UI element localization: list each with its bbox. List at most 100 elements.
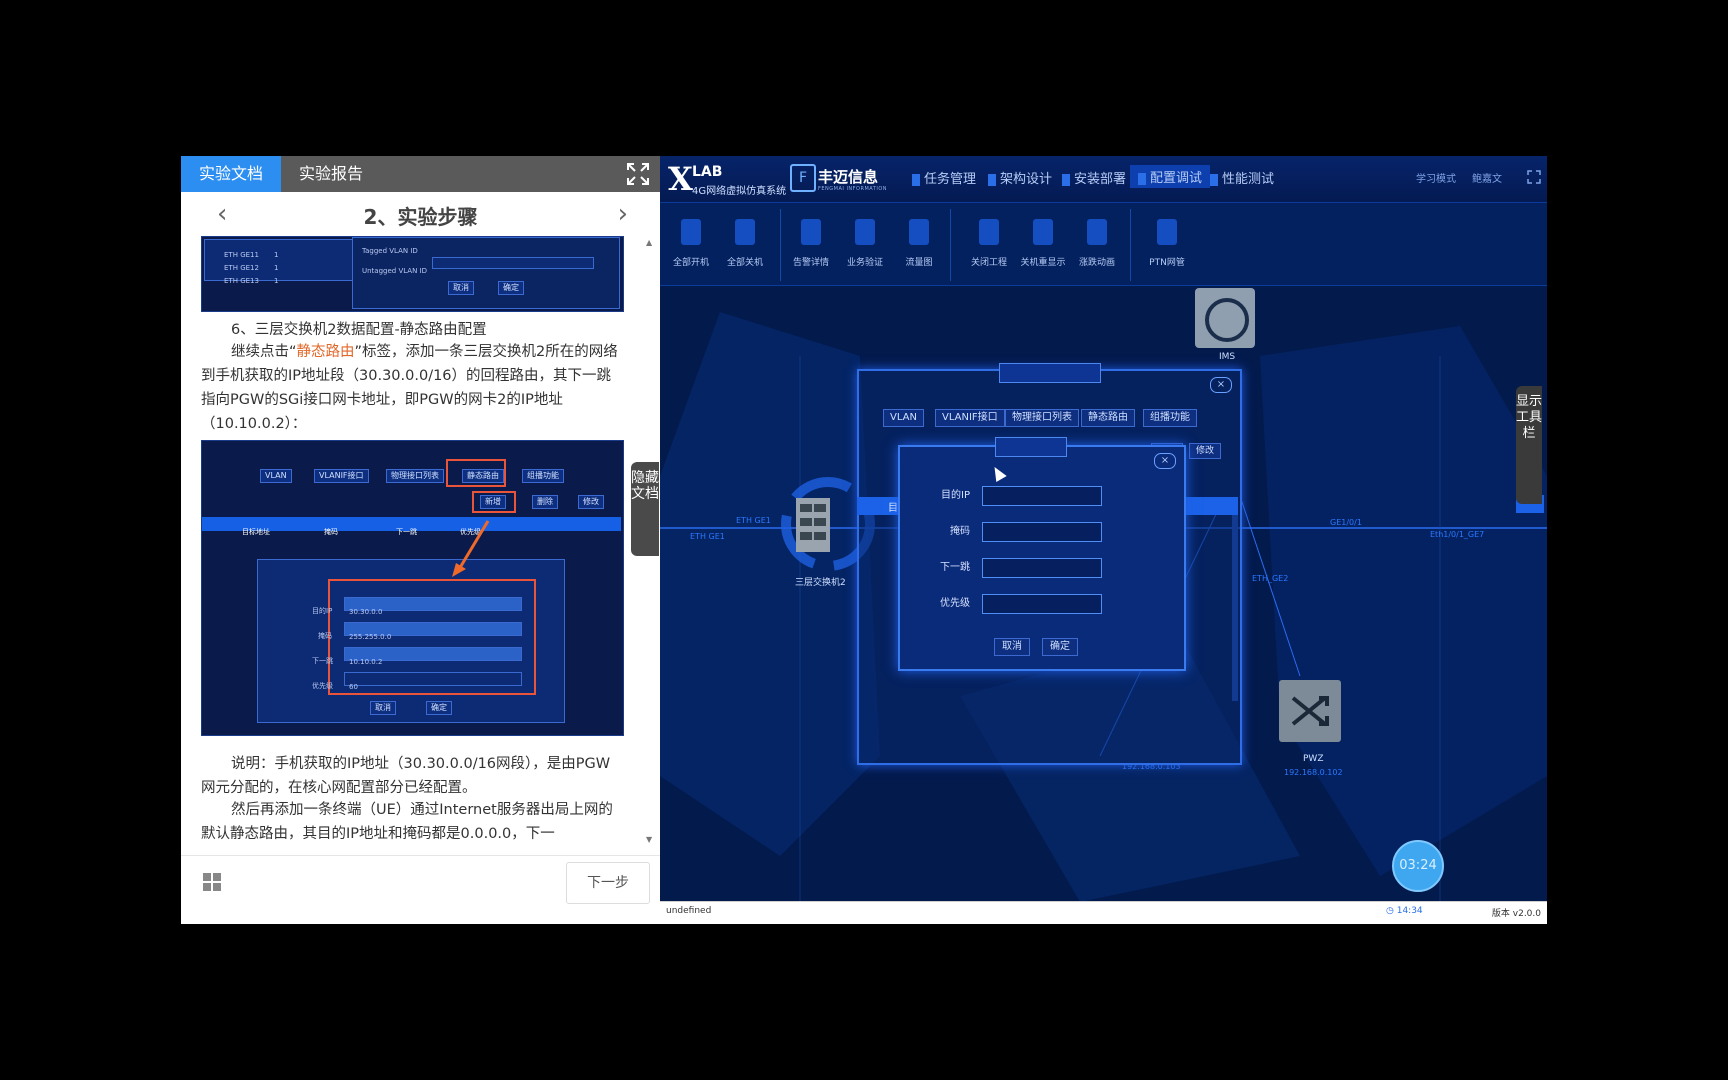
- link-label: ETH GE1: [690, 532, 725, 541]
- dest-ip-input[interactable]: [982, 486, 1102, 506]
- app-logo-subtitle: 4G网络虚拟仿真系统: [692, 186, 787, 197]
- tool-power-off-all[interactable]: 全部关机: [722, 219, 768, 268]
- tab-physical-ports[interactable]: 物理接口列表: [1005, 409, 1079, 427]
- tool-traffic-chart[interactable]: 流量图: [896, 219, 942, 268]
- tool-label: PTN网管: [1149, 258, 1185, 268]
- nav-install-deploy[interactable]: 安装部署: [1062, 168, 1126, 187]
- tool-label: 全部开机: [672, 258, 709, 268]
- para-text: 继续点击“: [231, 344, 297, 360]
- pwz-node-ip: 192.168.0.102: [1284, 768, 1343, 777]
- status-text: undefined: [666, 906, 712, 916]
- screenshot-button: 删除: [532, 495, 558, 509]
- tab-multicast[interactable]: 组播功能: [1143, 409, 1197, 427]
- edit-button[interactable]: 修改: [1189, 443, 1222, 459]
- architecture-icon: [988, 173, 996, 186]
- confirm-button[interactable]: 确定: [1042, 638, 1078, 656]
- pwz-node-icon[interactable]: [1279, 680, 1341, 742]
- tool-label: 业务验证: [846, 258, 883, 268]
- expand-icon[interactable]: [1527, 170, 1541, 184]
- power-off-icon: [735, 219, 755, 245]
- top-navigation-bar: X LAB 4G网络虚拟仿真系统 F 丰迈信息 FENGMAI INFORMAT…: [660, 156, 1547, 203]
- expand-icon[interactable]: [626, 162, 650, 186]
- dialog-title-decoration: [995, 437, 1067, 457]
- ims-node-label: IMS: [1219, 352, 1236, 362]
- scroll-up-icon[interactable]: ▲: [646, 238, 652, 247]
- version-label: 版本 v2.0.0: [1491, 909, 1541, 919]
- tool-service-verify[interactable]: 业务验证: [842, 219, 888, 268]
- note-paragraph: 说明：手机获取的IP地址（30.30.0.0/16网段），是由PGW网元分配的，…: [201, 756, 611, 796]
- page-title: 2、实验步骤: [363, 205, 478, 229]
- toolbar-divider: [1130, 209, 1131, 281]
- tool-alarm-detail[interactable]: 告警详情: [788, 219, 834, 268]
- screenshot-tab: 组播功能: [522, 469, 564, 483]
- highlight-frame: [472, 491, 516, 513]
- close-icon[interactable]: ×: [1210, 377, 1232, 393]
- tab-vlanif[interactable]: VLANIF接口: [935, 409, 1005, 427]
- doc-screenshot-static-route: VLAN VLANIF接口 物理接口列表 静态路由 组播功能 新增 删除 修改 …: [201, 440, 624, 736]
- screenshot-tab: VLAN: [260, 469, 292, 483]
- simulator-app: X LAB 4G网络虚拟仿真系统 F 丰迈信息 FENGMAI INFORMAT…: [660, 156, 1547, 924]
- next-hop-input[interactable]: [982, 558, 1102, 578]
- tab-vlan[interactable]: VLAN: [883, 409, 924, 427]
- server-icon[interactable]: [794, 496, 834, 556]
- mask-label: 掩码: [950, 526, 970, 537]
- chevron-right-icon[interactable]: ›: [618, 200, 628, 228]
- table-header-text: 目: [888, 503, 898, 514]
- brand-name: 丰迈信息: [818, 168, 879, 186]
- study-mode-link[interactable]: 学习模式: [1416, 170, 1456, 185]
- nav-label: 性能测试: [1222, 172, 1275, 187]
- scroll-down-icon[interactable]: ▼: [646, 835, 652, 844]
- app-logo-lab: LAB: [692, 164, 723, 180]
- arrow-icon: [452, 520, 490, 577]
- show-toolbar-button[interactable]: 显示工具栏: [1516, 386, 1542, 504]
- ims-node-icon[interactable]: [1195, 288, 1255, 348]
- screenshot-row-value: 1: [274, 277, 279, 285]
- screenshot-label: Untagged VLAN ID: [362, 267, 428, 275]
- tool-ptn-manager[interactable]: PTN网管: [1144, 219, 1190, 268]
- nav-performance-test[interactable]: 性能测试: [1210, 168, 1274, 187]
- shutdown-icon: [1033, 219, 1053, 245]
- status-time: ◷ 14:34: [1386, 906, 1423, 916]
- cancel-button[interactable]: 取消: [994, 638, 1030, 656]
- link-label: ETH GE1: [736, 516, 771, 525]
- highlight-frame: [446, 459, 506, 487]
- tool-power-on-all[interactable]: 全部开机: [668, 219, 714, 268]
- nav-config-debug[interactable]: 配置调试: [1130, 165, 1211, 188]
- priority-input[interactable]: [982, 594, 1102, 614]
- link-label: ETH_GE2: [1252, 574, 1289, 583]
- close-icon[interactable]: ×: [1154, 453, 1176, 469]
- timer-badge[interactable]: 03:24: [1392, 840, 1444, 892]
- screenshot-field: 下一跳: [312, 657, 333, 665]
- tool-close-project[interactable]: 关闭工程: [966, 219, 1012, 268]
- performance-icon: [1210, 173, 1218, 186]
- hide-doc-button[interactable]: 隐藏文档: [631, 462, 659, 556]
- traffic-icon: [909, 219, 929, 245]
- doc-content[interactable]: ETH GE11 1 ETH GE12 1 ETH GE13 1 Tagged …: [201, 236, 624, 846]
- nav-label: 配置调试: [1150, 171, 1203, 186]
- next-step-button[interactable]: 下一步: [566, 862, 650, 904]
- tool-animation[interactable]: 涨跌动画: [1074, 219, 1120, 268]
- tab-experiment-report[interactable]: 实验报告: [281, 156, 381, 192]
- nav-task-management[interactable]: 任务管理: [912, 168, 976, 187]
- ptn-icon: [1157, 219, 1177, 245]
- tool-shutdown-display[interactable]: 关机重显示: [1020, 219, 1066, 268]
- screenshot-input: 30.30.0.0: [344, 597, 522, 616]
- status-bar: undefined ◷ 14:34 版本 v2.0.0: [660, 901, 1547, 924]
- doc-panel: 实验文档 实验报告 ‹ 2、实验步骤 › ETH GE11 1 ETH GE12…: [181, 156, 660, 924]
- mask-input[interactable]: [982, 522, 1102, 542]
- dialog-scrollbar[interactable]: [1232, 501, 1238, 701]
- tab-static-route[interactable]: 静态路由: [1081, 409, 1135, 427]
- tab-experiment-doc[interactable]: 实验文档: [181, 156, 281, 192]
- nav-architecture-design[interactable]: 架构设计: [988, 168, 1052, 187]
- screenshot-tab: VLANIF接口: [314, 469, 369, 483]
- grid-icon[interactable]: [203, 873, 221, 891]
- tool-label: 流量图: [905, 258, 933, 268]
- doc-footer: 下一步: [181, 855, 660, 924]
- clock-icon: ◷: [1386, 906, 1397, 916]
- screenshot-input: [432, 257, 594, 269]
- screenshot-value: 30.30.0.0: [349, 608, 383, 616]
- nav-label: 架构设计: [1000, 172, 1053, 187]
- pwz-node-label: PWZ: [1303, 754, 1324, 764]
- user-menu[interactable]: 鲍嘉文: [1472, 170, 1502, 185]
- screenshot-button: 确定: [498, 281, 524, 295]
